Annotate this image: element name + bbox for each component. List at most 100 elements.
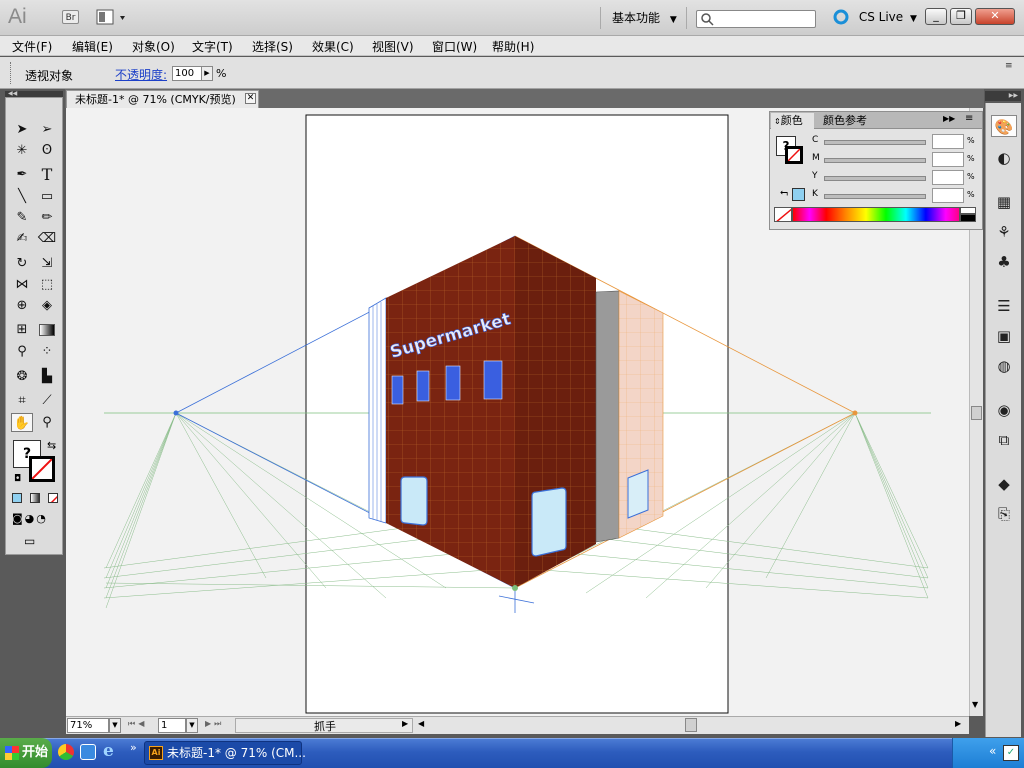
menu-type[interactable]: 文字(T) — [192, 38, 233, 55]
appearance-icon[interactable]: ◉ — [991, 399, 1017, 421]
symbols-icon[interactable]: ♣ — [991, 251, 1017, 273]
black-swatch[interactable] — [960, 214, 976, 222]
start-button[interactable]: 开始 — [0, 738, 52, 768]
color-mode-button[interactable] — [12, 493, 22, 503]
free-transform-tool-icon[interactable]: ⬚ — [36, 275, 58, 294]
none-swatch[interactable] — [774, 207, 792, 222]
magenta-slider[interactable] — [824, 158, 926, 163]
chrome-quicklaunch-icon[interactable] — [58, 744, 74, 760]
pen-tool-icon[interactable]: ✒ — [11, 165, 33, 184]
dock-collapse-bar[interactable]: ▶▶ — [985, 91, 1021, 101]
scroll-down-icon[interactable]: ▼ — [972, 700, 978, 709]
brushes-icon[interactable]: ⚘ — [991, 221, 1017, 243]
artboard-tool-icon[interactable]: ⌗ — [11, 391, 33, 410]
cyan-input[interactable] — [932, 134, 964, 149]
transparency-icon[interactable]: ◍ — [991, 355, 1017, 377]
column-graph-tool-icon[interactable]: ▙ — [36, 367, 58, 386]
symbol-sprayer-tool-icon[interactable]: ❂ — [11, 367, 33, 386]
menu-object[interactable]: 对象(O) — [132, 38, 175, 55]
opacity-input[interactable]: 100 — [172, 66, 202, 81]
yellow-slider[interactable] — [824, 176, 926, 181]
stroke-swatch[interactable] — [29, 456, 55, 482]
default-fill-stroke-icon[interactable]: ◘ — [14, 474, 21, 484]
menu-edit[interactable]: 编辑(E) — [72, 38, 113, 55]
swap-fill-stroke-icon[interactable]: ⇆ — [47, 439, 56, 452]
blob-brush-tool-icon[interactable]: ✍ — [11, 229, 33, 248]
selection-tool-icon[interactable]: ➤ — [11, 120, 33, 139]
restore-button[interactable]: ❐ — [950, 8, 972, 25]
panel-menu-icon[interactable]: ≡ — [1005, 61, 1013, 71]
line-tool-icon[interactable]: ╲ — [11, 187, 33, 206]
cyan-slider[interactable] — [824, 140, 926, 145]
stroke-indicator[interactable] — [785, 146, 803, 164]
panel-menu-icon[interactable]: ≡ — [965, 113, 973, 124]
eyedropper-tool-icon[interactable]: ⚲ — [11, 342, 33, 361]
status-menu-arrow-icon[interactable]: ▶ — [402, 719, 408, 728]
zoom-level-field[interactable]: 71% — [67, 718, 109, 733]
pencil-tool-icon[interactable]: ✏ — [36, 208, 58, 227]
workspace-switcher[interactable]: 基本功能 ▼ — [612, 9, 677, 26]
drawing-mode-icons[interactable]: ◙◕◔ — [12, 512, 58, 526]
scale-tool-icon[interactable]: ⇲ — [36, 254, 58, 273]
menu-view[interactable]: 视图(V) — [372, 38, 414, 55]
page-nav-next-icons[interactable]: ▶⏭ — [205, 719, 224, 729]
screen-mode-icon[interactable]: ▭ — [24, 534, 46, 548]
panel-expand-icon[interactable]: ▶▶ — [943, 114, 955, 123]
tray-app-icon[interactable]: ✓ — [1003, 745, 1019, 761]
vertical-scroll-thumb[interactable] — [971, 406, 982, 420]
horizontal-scroll-thumb[interactable] — [685, 718, 697, 732]
gradient-tool-icon[interactable] — [36, 320, 58, 339]
opacity-stepper[interactable]: ▶ — [201, 66, 213, 81]
color-spectrum[interactable] — [792, 207, 960, 222]
paintbrush-tool-icon[interactable]: ✎ — [11, 208, 33, 227]
direct-selection-tool-icon[interactable]: ➢ — [36, 120, 58, 139]
gradient-mode-button[interactable] — [30, 493, 40, 503]
out-of-gamut-icon[interactable]: ⮢ — [780, 187, 788, 198]
menu-select[interactable]: 选择(S) — [252, 38, 293, 55]
quicklaunch-more-icon[interactable]: » — [130, 741, 137, 754]
yellow-input[interactable] — [932, 170, 964, 185]
tab-color-guide[interactable]: 颜色参考 — [823, 113, 867, 128]
scroll-left-icon[interactable]: ◀ — [418, 719, 424, 728]
magic-wand-tool-icon[interactable]: ✳ — [11, 141, 33, 160]
lasso-tool-icon[interactable]: ʘ — [36, 141, 58, 160]
scroll-right-icon[interactable]: ▶ — [955, 719, 961, 728]
graphic-styles-icon[interactable]: ⧉ — [991, 429, 1017, 451]
rotate-tool-icon[interactable]: ↻ — [11, 254, 33, 273]
control-bar-grip[interactable] — [10, 62, 13, 84]
page-dropdown[interactable]: ▼ — [186, 718, 198, 733]
minimize-button[interactable]: _ — [925, 8, 947, 25]
menu-window[interactable]: 窗口(W) — [432, 38, 477, 55]
last-color-swatch[interactable] — [792, 188, 805, 201]
tray-expand-icon[interactable]: « — [989, 744, 996, 758]
document-tab[interactable]: 未标题-1* @ 71% (CMYK/预览) — [66, 90, 259, 108]
black-input[interactable] — [932, 188, 964, 203]
magenta-input[interactable] — [932, 152, 964, 167]
opacity-link[interactable]: 不透明度: — [115, 66, 167, 83]
type-tool-icon[interactable]: T — [36, 165, 58, 184]
page-number-field[interactable]: 1 — [158, 718, 186, 733]
taskbar-illustrator-item[interactable]: Ai 未标题-1* @ 71% (CM... — [144, 741, 306, 765]
zoom-tool-icon[interactable]: ⚲ — [36, 413, 58, 432]
mesh-tool-icon[interactable]: ⊞ — [11, 320, 33, 339]
perspective-grid-tool-icon[interactable]: ◈ — [36, 296, 58, 315]
color-panel-icon[interactable]: 🎨 — [991, 115, 1017, 137]
layers-icon[interactable]: ◆ — [991, 473, 1017, 495]
close-document-icon[interactable]: ✕ — [245, 93, 256, 104]
white-swatch[interactable] — [960, 207, 976, 214]
artboards-icon[interactable]: ⎘ — [991, 503, 1017, 525]
eraser-tool-icon[interactable]: ⌫ — [36, 229, 58, 248]
color-guide-icon[interactable]: ◐ — [991, 147, 1017, 169]
cs-live-menu[interactable]: CS Live ▼ — [833, 9, 917, 25]
width-tool-icon[interactable]: ⋈ — [11, 275, 33, 294]
bridge-button[interactable]: Br — [62, 10, 79, 24]
menu-file[interactable]: 文件(F) — [12, 38, 52, 55]
page-nav-prev-icons[interactable]: ⏮◀ — [128, 719, 147, 729]
shape-builder-tool-icon[interactable]: ⊕ — [11, 296, 33, 315]
rectangle-tool-icon[interactable]: ▭ — [36, 187, 58, 206]
zoom-dropdown[interactable]: ▼ — [109, 718, 121, 733]
gradient-icon[interactable]: ▣ — [991, 325, 1017, 347]
hand-tool-icon[interactable]: ✋ — [11, 413, 33, 432]
explorer-quicklaunch-icon[interactable] — [80, 744, 96, 760]
none-mode-button[interactable] — [48, 493, 58, 503]
